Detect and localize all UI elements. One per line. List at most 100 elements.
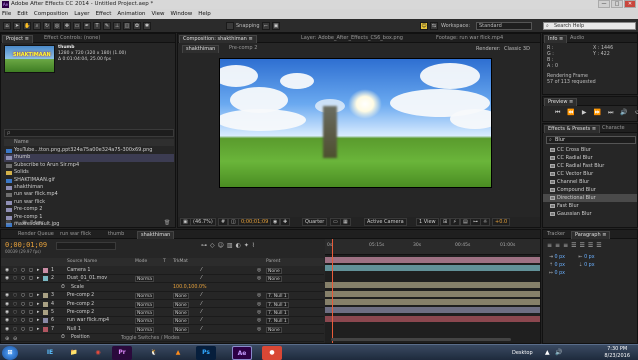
- parent-pickwhip-icon[interactable]: ◎: [257, 317, 261, 325]
- draft-3d-icon[interactable]: ◇: [210, 242, 215, 249]
- tab-thumb[interactable]: thumb: [105, 231, 127, 239]
- layer-parent-select[interactable]: None: [266, 276, 282, 283]
- layer-trkmat-select[interactable]: None: [173, 318, 189, 325]
- indent-right-value[interactable]: 0 px: [584, 255, 594, 260]
- tab-effect-controls[interactable]: Effect Controls: (none): [41, 35, 103, 43]
- last-frame-icon[interactable]: ⏭: [608, 109, 613, 117]
- menu-composition[interactable]: Composition: [34, 11, 68, 17]
- layer-parent-select[interactable]: None: [266, 268, 282, 274]
- pan-behind-tool-icon[interactable]: ✥: [63, 22, 71, 30]
- effects-search-input[interactable]: ⌕ Blur: [546, 136, 636, 144]
- audio-icon[interactable]: 🔊: [620, 109, 627, 117]
- lock-toggle-icon[interactable]: ◻: [29, 317, 33, 325]
- tab-composition[interactable]: Composition: shakthiman ≡: [179, 35, 257, 43]
- fast-previews-icon[interactable]: ⚡: [450, 218, 460, 226]
- current-time-display[interactable]: 0;00;01;09: [5, 241, 47, 249]
- motion-blur-switch-icon[interactable]: ⁄: [201, 301, 202, 309]
- layer-trkmat-select[interactable]: None: [173, 301, 189, 308]
- grid-icon[interactable]: #: [218, 218, 229, 226]
- timeline-layer-row[interactable]: ◉ ◌ ○ ◻ ▸ 1 Camera 1 ⁄ ◎ None: [1, 267, 324, 275]
- interpret-footage-icon[interactable]: ▤: [6, 220, 11, 226]
- project-column-name[interactable]: Name: [4, 139, 174, 146]
- tab-shakthiman[interactable]: shakthiman: [137, 231, 175, 239]
- parent-pickwhip-icon[interactable]: ◎: [257, 301, 261, 309]
- layer-property-row[interactable]: ⏱ Scale 100.0,100.0%: [1, 284, 324, 292]
- tab-paragraph[interactable]: Paragraph ≡: [571, 231, 611, 239]
- project-list-item[interactable]: Pre-comp 2: [4, 206, 174, 213]
- taskbar-internet-explorer-icon[interactable]: IE: [40, 346, 60, 360]
- composition-viewer[interactable]: [219, 58, 492, 188]
- clone-stamp-tool-icon[interactable]: ⊥: [113, 22, 121, 30]
- menu-help[interactable]: Help: [198, 11, 211, 17]
- audio-toggle-icon[interactable]: ◌: [13, 267, 17, 275]
- search-help-input[interactable]: ⌕ Search Help: [543, 22, 636, 30]
- layer-mode-select[interactable]: Norma: [135, 293, 155, 300]
- shy-icon[interactable]: ☺: [218, 242, 224, 249]
- hand-tool-icon[interactable]: ✋: [23, 22, 31, 30]
- project-list-item[interactable]: run war flick.mp4: [4, 191, 174, 198]
- type-tool-icon[interactable]: T: [93, 22, 101, 30]
- timeline-zoom-slider[interactable]: [331, 338, 511, 341]
- effect-item[interactable]: Directional Blur: [543, 194, 637, 202]
- eraser-tool-icon[interactable]: ◫: [123, 22, 131, 30]
- layer-source-name[interactable]: run war flick.mp4: [67, 317, 109, 325]
- play-icon[interactable]: ▶: [582, 109, 587, 117]
- project-list-item[interactable]: SHAKTIMAAN.gif: [4, 177, 174, 184]
- project-list-item[interactable]: run war flick: [4, 199, 174, 206]
- snap-edges-icon[interactable]: ⌐: [262, 22, 270, 30]
- network-icon[interactable]: ▲: [545, 349, 550, 356]
- home-icon[interactable]: ⌂: [3, 22, 11, 30]
- audio-toggle-icon[interactable]: ◌: [13, 292, 17, 300]
- taskbar-chrome-icon[interactable]: ◉: [88, 346, 108, 360]
- renderer-value[interactable]: Classic 3D: [504, 46, 530, 52]
- bpc-label[interactable]: 8 bpc: [30, 220, 44, 226]
- motion-blur-switch-icon[interactable]: ⁄: [201, 317, 202, 325]
- stopwatch-icon[interactable]: ⏱: [61, 284, 65, 292]
- expand-icon[interactable]: ⊕: [5, 336, 9, 342]
- tab-audio[interactable]: Audio: [567, 35, 587, 43]
- effect-item[interactable]: CC Cross Blur: [543, 146, 637, 154]
- taskbar-premiere-icon[interactable]: Pr: [112, 346, 132, 360]
- start-button[interactable]: ⊞: [2, 346, 18, 360]
- lock-toggle-icon[interactable]: ◻: [29, 275, 33, 283]
- label-color-swatch[interactable]: [43, 318, 48, 324]
- layer-source-name[interactable]: Pre-comp 2: [67, 301, 94, 309]
- time-ruler[interactable]: 0s 05:15s 30s 00:45s 01:00s: [325, 239, 540, 255]
- first-frame-icon[interactable]: ⏮: [555, 109, 560, 117]
- project-list-item[interactable]: thumb: [4, 154, 174, 162]
- align-center-icon[interactable]: ≡: [555, 242, 560, 249]
- tab-effects-presets[interactable]: Effects & Presets ≡: [544, 125, 601, 133]
- sync-icon[interactable]: ⇆: [430, 22, 438, 30]
- col-source-name[interactable]: Source Name: [67, 258, 97, 266]
- reset-exposure-icon[interactable]: ☼: [480, 218, 491, 226]
- close-button[interactable]: ✕: [624, 0, 636, 8]
- lock-toggle-icon[interactable]: ◻: [29, 267, 33, 275]
- tab-tracker[interactable]: Tracker: [544, 231, 568, 239]
- taskbar-photoshop-icon[interactable]: Ps: [196, 346, 216, 360]
- visibility-eye-icon[interactable]: ◉: [5, 267, 9, 275]
- graph-editor-icon[interactable]: ⌇: [252, 242, 255, 249]
- layer-parent-select[interactable]: 7. Null 1: [266, 301, 289, 308]
- expand-arrow-icon[interactable]: ▸: [37, 301, 39, 309]
- solo-toggle-icon[interactable]: ○: [21, 301, 25, 309]
- view-layout-select[interactable]: 1 View: [416, 218, 439, 226]
- justify-right-icon[interactable]: ☰: [588, 242, 593, 249]
- layer-parent-select[interactable]: 7. Null 1: [266, 293, 289, 300]
- puppet-tool-icon[interactable]: ✱: [143, 22, 151, 30]
- layer-source-name[interactable]: Pre-comp 2: [67, 292, 94, 300]
- expand-arrow-icon[interactable]: ▸: [37, 267, 39, 275]
- visibility-eye-icon[interactable]: ◉: [5, 309, 9, 317]
- tab-character[interactable]: Characte: [599, 125, 628, 133]
- exposure-value[interactable]: +0.0: [492, 218, 511, 226]
- new-comp-icon[interactable]: ▣: [22, 220, 27, 226]
- volume-icon[interactable]: 🔊: [555, 349, 562, 356]
- pen-tool-icon[interactable]: ✒: [83, 22, 91, 30]
- motion-blur-switch-icon[interactable]: ⁄: [201, 275, 202, 283]
- taskbar-recorder-icon[interactable]: ●: [262, 346, 282, 360]
- camera-select[interactable]: Active Camera: [364, 218, 407, 226]
- snapshot-icon[interactable]: ◉: [270, 218, 281, 226]
- tab-layer[interactable]: Layer: Adobe_After_Effects_CS6_box.png: [298, 35, 406, 43]
- align-right-icon[interactable]: ≡: [563, 242, 568, 249]
- layer-trkmat-select[interactable]: None: [173, 310, 189, 316]
- motion-blur-switch-icon[interactable]: ⁄: [201, 267, 202, 275]
